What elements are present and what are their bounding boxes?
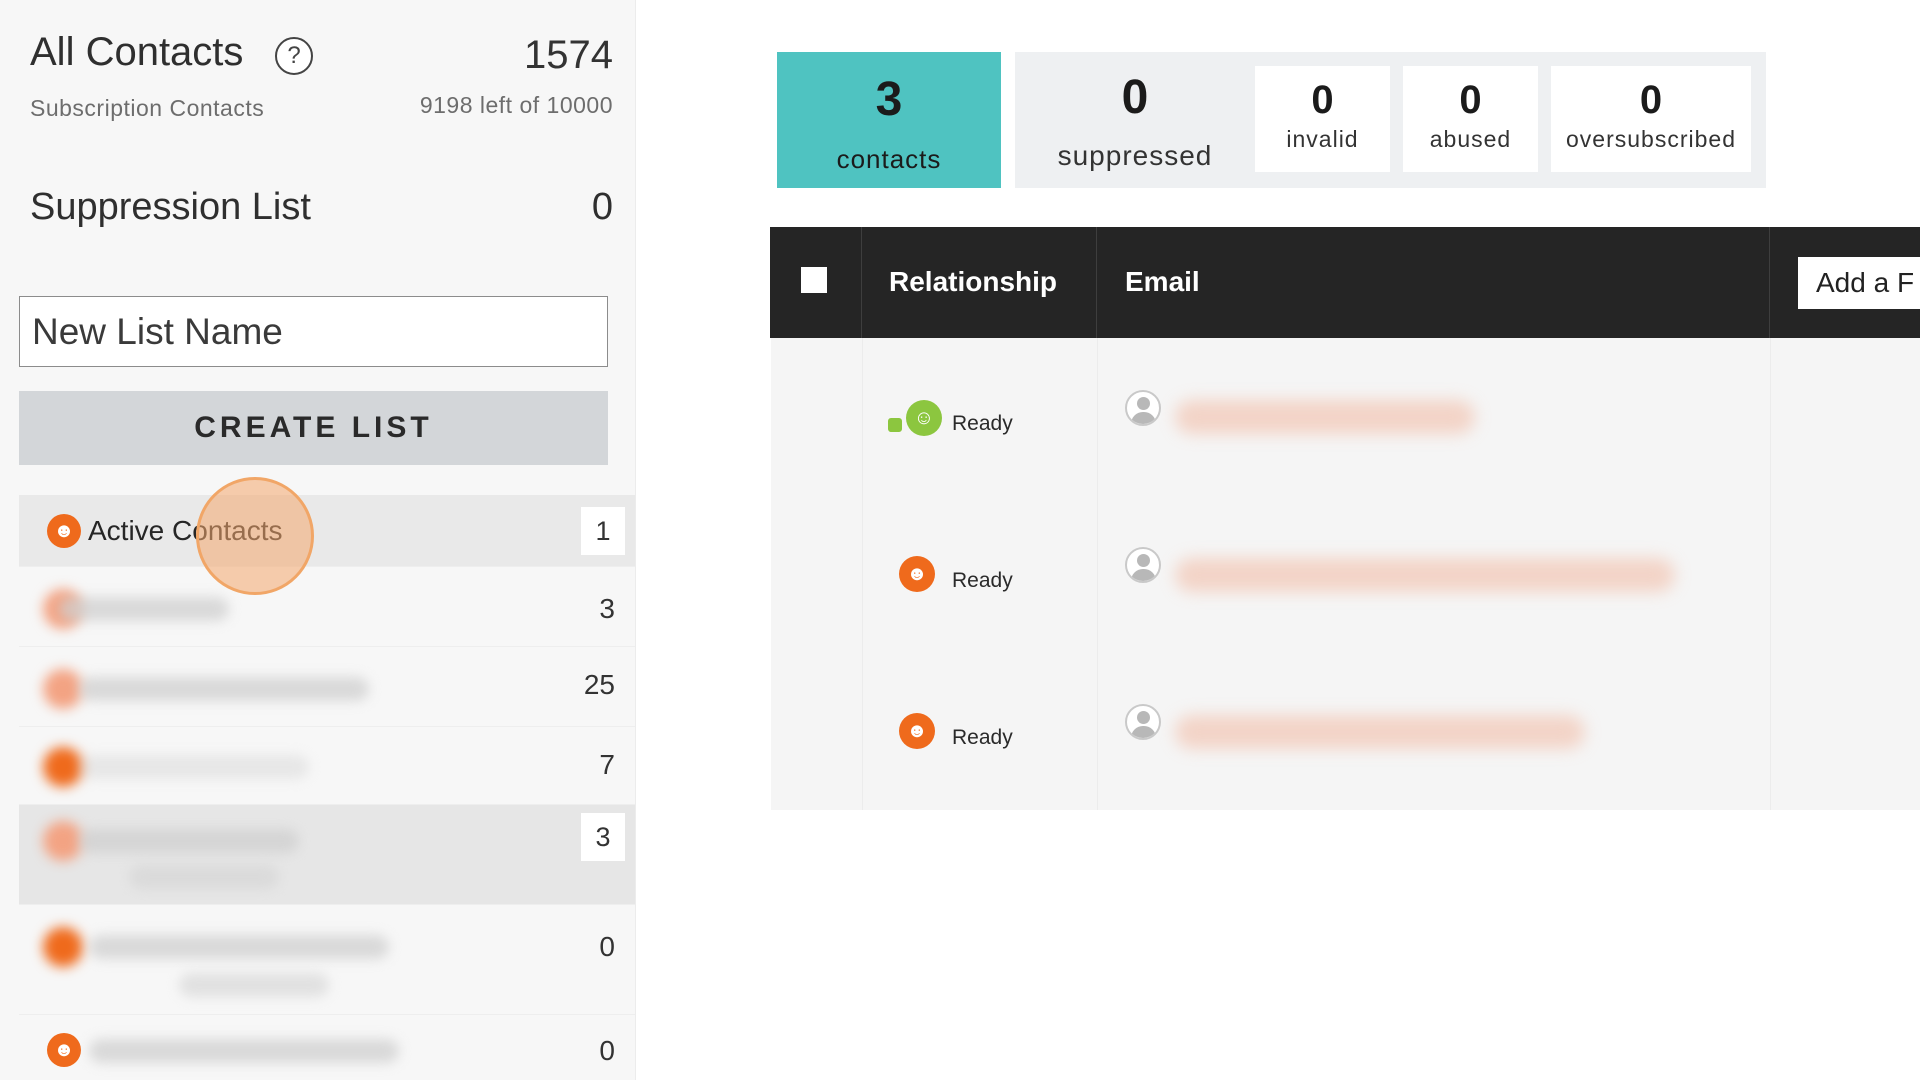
list-item[interactable]: 7: [19, 727, 635, 805]
email-value[interactable]: [1175, 715, 1585, 749]
neutral-face-icon: ☻: [47, 1033, 81, 1067]
oversubscribed-stat-value: 0: [1639, 78, 1663, 122]
avatar-icon: [1125, 704, 1161, 740]
list-item-count: 0: [599, 931, 615, 962]
suppressed-stat-label: suppressed: [1057, 140, 1213, 171]
email-column-header[interactable]: Email: [1125, 266, 1200, 298]
contacts-stat-label: contacts: [836, 144, 942, 174]
list-item[interactable]: 3: [19, 805, 635, 905]
list-item-count: 1: [581, 507, 625, 555]
list-item[interactable]: 3: [19, 567, 635, 647]
avatar-icon: [1125, 547, 1161, 583]
all-contacts-title[interactable]: All Contacts: [30, 30, 243, 75]
email-value[interactable]: [1175, 558, 1675, 592]
column-divider: [1769, 227, 1770, 338]
column-divider: [861, 227, 862, 338]
list-item-count: 3: [599, 593, 615, 624]
list-item-sublabel: [129, 865, 279, 889]
list-item-count: 25: [583, 669, 615, 700]
select-all-checkbox[interactable]: [801, 267, 827, 293]
abused-stat-tile[interactable]: 0 abused: [1403, 66, 1538, 172]
relationship-status: Ready: [952, 569, 1013, 592]
list-item[interactable]: 0: [19, 905, 635, 1015]
relationship-column-header[interactable]: Relationship: [889, 266, 1057, 298]
neutral-face-icon: ☻: [47, 514, 81, 548]
abused-stat-label: abused: [1429, 126, 1512, 152]
relationship-status: Ready: [952, 412, 1013, 435]
email-value[interactable]: [1175, 400, 1475, 434]
list-item-label: [79, 755, 309, 779]
list-item-label: [79, 677, 369, 701]
sidebar: All Contacts ? 1574 Subscription Contact…: [0, 0, 636, 1080]
invalid-stat-label: invalid: [1286, 126, 1359, 152]
list-item-count: 7: [599, 749, 615, 780]
neutral-face-icon: ☻: [899, 713, 935, 749]
status-icon: [43, 669, 83, 709]
list-item-label: [59, 597, 229, 621]
happy-face-icon: ☺: [906, 400, 942, 436]
list-item-label: Active Contacts: [88, 515, 283, 546]
list-item-label: [79, 829, 299, 853]
oversubscribed-stat-tile[interactable]: 0 oversubscribed: [1551, 66, 1751, 172]
list-item-label: [89, 1039, 399, 1063]
suppressed-stat-value: 0: [1121, 71, 1149, 124]
abused-stat-value: 0: [1459, 78, 1482, 122]
status-icon: [43, 927, 83, 967]
avatar-icon: [1125, 390, 1161, 426]
subscription-remaining: 9198 left of 10000: [419, 92, 613, 118]
list-item-count: 0: [599, 1035, 615, 1066]
add-field-button[interactable]: Add a F: [1798, 257, 1920, 309]
invalid-stat-tile[interactable]: 0 invalid: [1255, 66, 1390, 172]
all-contacts-count: 1574: [524, 33, 613, 77]
subscription-contacts-label: Subscription Contacts: [30, 95, 265, 121]
status-icon: [43, 821, 83, 861]
contacts-stat-tile[interactable]: 3 contacts: [777, 52, 1001, 188]
list-item-count: 3: [581, 813, 625, 861]
thumbs-up-icon: [888, 418, 902, 432]
list-item-sublabel: [179, 973, 329, 997]
new-list-name-input[interactable]: [19, 296, 608, 367]
suppression-count: 0: [591, 186, 613, 228]
suppression-list-link[interactable]: Suppression List: [30, 186, 311, 229]
invalid-stat-value: 0: [1311, 78, 1334, 122]
relationship-status: Ready: [952, 726, 1013, 749]
list-item-active-contacts[interactable]: ☻ Active Contacts 1: [19, 495, 635, 567]
help-icon[interactable]: ?: [275, 37, 313, 75]
contacts-stat-value: 3: [875, 73, 903, 126]
create-list-button[interactable]: CREATE LIST: [19, 391, 608, 465]
suppressed-stat-tile[interactable]: 0 suppressed: [1015, 52, 1255, 188]
oversubscribed-stat-label: oversubscribed: [1566, 126, 1736, 152]
column-divider: [1096, 227, 1097, 338]
neutral-face-icon: ☻: [899, 556, 935, 592]
list-item-label: [89, 935, 389, 959]
list-item[interactable]: ☻ 0: [19, 1015, 635, 1080]
list-item[interactable]: 25: [19, 647, 635, 727]
status-icon: [43, 747, 83, 787]
